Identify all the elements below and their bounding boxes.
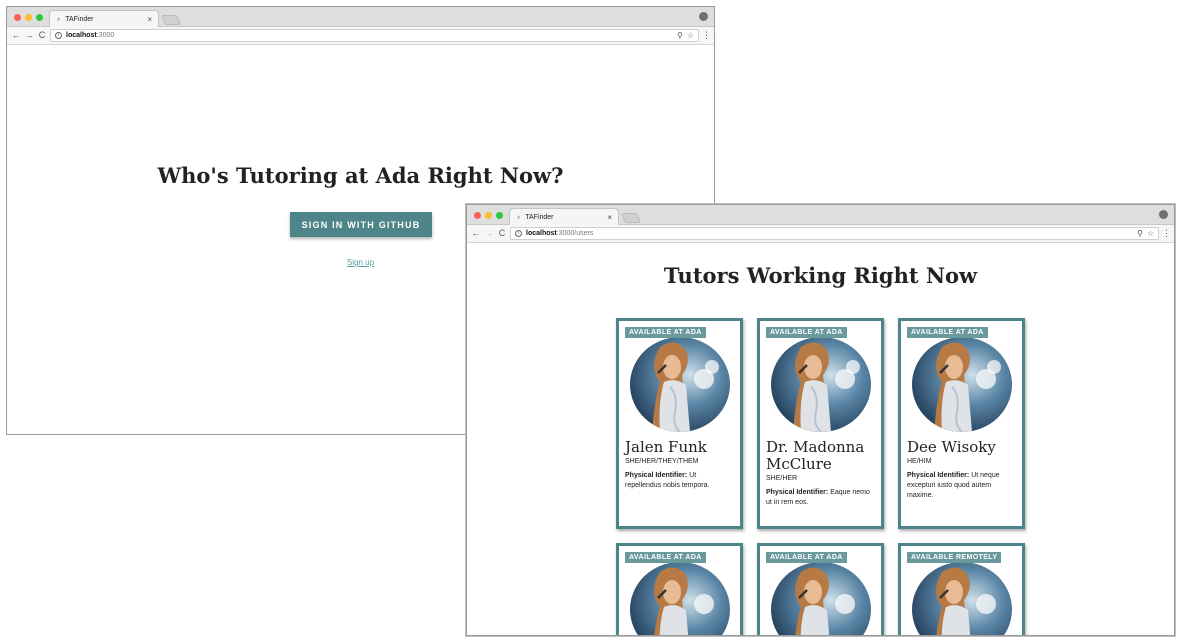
reload-icon[interactable]: C <box>37 31 47 40</box>
nav-bar: ← → C i localhost:3000/users ⚲ ☆ ⋮ <box>467 225 1174 243</box>
avatar <box>912 562 1012 635</box>
avatar <box>771 562 871 635</box>
forward-icon[interactable]: → <box>484 229 494 238</box>
page-title: Tutors Working Right Now <box>663 263 978 288</box>
tutor-name: Dr. Madonna McClure <box>766 438 865 473</box>
window-controls <box>14 14 43 21</box>
window-controls <box>474 212 503 219</box>
info-icon[interactable]: i <box>515 230 522 237</box>
favicon-icon: ♁ <box>56 15 62 23</box>
tutor-name: Dee Wisoky <box>907 438 996 456</box>
info-icon[interactable]: i <box>55 32 62 39</box>
availability-badge: AVAILABLE AT ADA <box>625 552 706 563</box>
menu-icon[interactable]: ⋮ <box>1162 228 1171 239</box>
profile-icon[interactable] <box>1159 210 1168 219</box>
avatar-image <box>630 337 730 432</box>
page-title: Who's Tutoring at Ada Right Now? <box>157 163 564 188</box>
tutor-pronouns: HE/HIM <box>907 458 932 465</box>
availability-badge: AVAILABLE AT ADA <box>766 552 847 563</box>
tutor-card[interactable]: AVAILABLE AT ADA <box>616 543 743 635</box>
tab-bar: ♁ TAFinder × <box>467 205 1174 225</box>
url-text[interactable]: localhost:3000 <box>66 32 673 39</box>
avatar-image <box>912 337 1012 432</box>
browser-window-users: ♁ TAFinder × ← → C i localhost:3000/user… <box>466 204 1175 636</box>
browser-tab[interactable]: ♁ TAFinder × <box>509 208 619 225</box>
new-tab-button[interactable] <box>161 15 181 25</box>
star-icon[interactable]: ☆ <box>1147 229 1154 238</box>
availability-badge: AVAILABLE AT ADA <box>625 327 706 338</box>
maximize-window-button[interactable] <box>36 14 43 21</box>
close-window-button[interactable] <box>14 14 21 21</box>
card-body: Dee Wisoky HE/HIM Physical Identifier: U… <box>907 439 1016 501</box>
avatar <box>771 337 871 432</box>
tab-close-icon[interactable]: × <box>147 15 152 24</box>
avatar-image <box>771 337 871 432</box>
tutor-identifier: Physical Identifier: Eaque nemo ut in re… <box>766 488 875 508</box>
screenshot-stage: ♁ TAFinder × ← → C i localhost:3000 ⚲ ☆ … <box>0 0 1181 642</box>
avatar <box>630 337 730 432</box>
tutor-card[interactable]: AVAILABLE AT ADA Jalen Funk SHE/HER/THEY… <box>616 318 743 529</box>
tutor-name: Jalen Funk <box>625 438 707 456</box>
menu-icon[interactable]: ⋮ <box>702 30 711 41</box>
avatar-image <box>771 562 871 635</box>
avatar <box>630 562 730 635</box>
profile-icon[interactable] <box>699 12 708 21</box>
tab-title: TAFinder <box>525 213 554 221</box>
minimize-window-button[interactable] <box>25 14 32 21</box>
favicon-icon: ♁ <box>516 213 522 221</box>
avatar <box>912 337 1012 432</box>
address-bar[interactable]: i localhost:3000/users ⚲ ☆ <box>510 227 1159 240</box>
tutor-card[interactable]: AVAILABLE AT ADA Dr. Madonna McClure SHE… <box>757 318 884 529</box>
url-host: localhost <box>526 230 557 237</box>
identifier-label: Physical Identifier: <box>907 472 970 479</box>
maximize-window-button[interactable] <box>496 212 503 219</box>
url-path: :3000 <box>96 32 115 39</box>
identifier-label: Physical Identifier: <box>625 472 688 479</box>
tutor-card[interactable]: AVAILABLE REMOTELY <box>898 543 1025 635</box>
minimize-window-button[interactable] <box>485 212 492 219</box>
star-icon[interactable]: ☆ <box>687 31 694 40</box>
card-body: Jalen Funk SHE/HER/THEY/THEM Physical Id… <box>625 439 734 491</box>
page-content: Tutors Working Right Now AVAILABLE AT AD… <box>467 243 1174 635</box>
url-host: localhost <box>66 32 97 39</box>
zoom-icon[interactable]: ⚲ <box>677 31 683 40</box>
nav-bar: ← → C i localhost:3000 ⚲ ☆ ⋮ <box>7 27 714 45</box>
back-icon[interactable]: ← <box>471 229 481 238</box>
back-icon[interactable]: ← <box>11 31 21 40</box>
address-bar[interactable]: i localhost:3000 ⚲ ☆ <box>50 29 699 42</box>
avatar-image <box>912 562 1012 635</box>
availability-badge: AVAILABLE AT ADA <box>907 327 988 338</box>
tutor-card[interactable]: AVAILABLE AT ADA Dee Wisoky HE/HIM Physi… <box>898 318 1025 529</box>
tab-title: TAFinder <box>65 15 94 23</box>
tutor-card[interactable]: AVAILABLE AT ADA <box>757 543 884 635</box>
availability-badge: AVAILABLE REMOTELY <box>907 552 1002 563</box>
availability-badge: AVAILABLE AT ADA <box>766 327 847 338</box>
forward-icon[interactable]: → <box>24 31 34 40</box>
tutor-pronouns: SHE/HER <box>766 475 798 482</box>
avatar-image <box>630 562 730 635</box>
tutor-identifier: Physical Identifier: Ut neque excepturi … <box>907 471 1016 501</box>
tutor-pronouns: SHE/HER/THEY/THEM <box>625 458 699 465</box>
close-window-button[interactable] <box>474 212 481 219</box>
identifier-label: Physical Identifier: <box>766 489 829 496</box>
sign-in-github-button[interactable]: SIGN IN WITH GITHUB <box>290 212 432 237</box>
tutor-identifier: Physical Identifier: Ut repellendus nobi… <box>625 471 734 491</box>
tab-bar: ♁ TAFinder × <box>7 7 714 27</box>
reload-icon[interactable]: C <box>497 229 507 238</box>
card-body: Dr. Madonna McClure SHE/HER Physical Ide… <box>766 439 875 508</box>
browser-tab[interactable]: ♁ TAFinder × <box>49 10 159 27</box>
url-path: :3000/users <box>556 230 594 237</box>
new-tab-button[interactable] <box>621 213 641 223</box>
tab-close-icon[interactable]: × <box>607 213 612 222</box>
url-text[interactable]: localhost:3000/users <box>526 230 1133 237</box>
zoom-icon[interactable]: ⚲ <box>1137 229 1143 238</box>
